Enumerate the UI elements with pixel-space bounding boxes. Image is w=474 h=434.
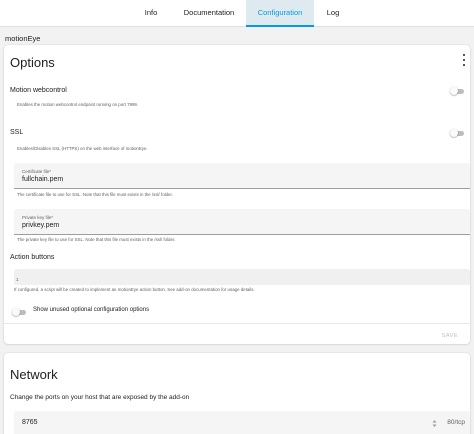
motion-webcontrol-label: Motion webcontrol — [10, 87, 67, 94]
save-button[interactable]: SAVE — [442, 333, 458, 339]
tab-log[interactable]: Log — [318, 0, 348, 26]
network-title: Network — [10, 367, 58, 382]
action-buttons-description: If configured, a script will be created … — [14, 287, 255, 292]
action-buttons-editor[interactable]: 1 — [14, 269, 470, 285]
options-title: Options — [10, 55, 55, 70]
port-input[interactable]: 8765 80/tcp — [14, 411, 470, 434]
ssl-description: Enables/Disables SSL (HTTPS) on the web … — [17, 146, 148, 151]
keyfile-label: Private key file* — [22, 215, 54, 220]
tab-documentation[interactable]: Documentation — [178, 0, 240, 26]
certfile-value[interactable]: fullchain.pem — [22, 176, 63, 183]
ssl-label: SSL — [10, 129, 24, 136]
tab-info[interactable]: Info — [130, 0, 172, 26]
certfile-field[interactable]: Certificate file* fullchain.pem — [14, 163, 470, 189]
show-unused-label: Show unused optional configuration optio… — [33, 307, 150, 313]
tab-bar: Info Documentation Configuration Log — [0, 0, 474, 27]
motion-webcontrol-description: Enables the motion webcontrol endpoint r… — [17, 102, 139, 107]
addon-name: motionEye — [5, 34, 41, 43]
action-buttons-line-number: 1 — [16, 277, 19, 282]
keyfile-description: The private key file to use for SSL. Not… — [17, 237, 176, 242]
port-value[interactable]: 8765 — [22, 419, 38, 426]
tab-configuration[interactable]: Configuration — [246, 0, 314, 27]
motion-webcontrol-switch[interactable] — [450, 87, 464, 95]
action-buttons-label: Action buttons — [10, 254, 55, 261]
options-card: Options Motion webcontrol Enables the mo… — [4, 45, 470, 344]
more-vertical-icon[interactable] — [462, 54, 466, 66]
keyfile-value[interactable]: privkey.pem — [22, 222, 59, 229]
port-spinner-icon[interactable] — [432, 419, 437, 428]
keyfile-field[interactable]: Private key file* privkey.pem — [14, 209, 470, 235]
certfile-label: Certificate file* — [22, 169, 52, 174]
network-description: Change the ports on your host that are e… — [10, 394, 190, 401]
ssl-switch[interactable] — [450, 129, 464, 137]
certfile-description: The certificate file to use for SSL. Not… — [17, 192, 173, 197]
network-card: Network Change the ports on your host th… — [4, 353, 470, 434]
show-unused-switch[interactable] — [12, 308, 26, 316]
options-actions-divider — [4, 323, 470, 324]
port-unit: 80/tcp — [447, 419, 465, 426]
